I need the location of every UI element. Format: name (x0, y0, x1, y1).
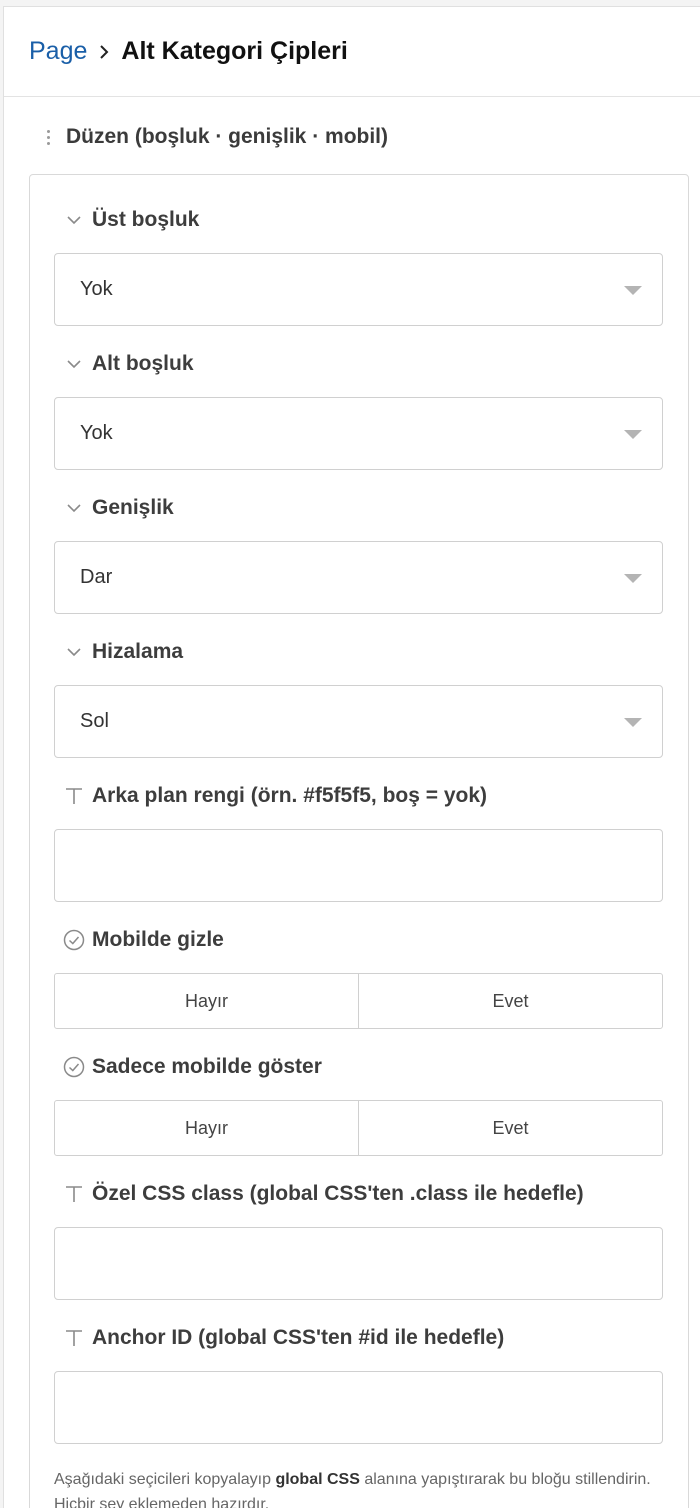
alignment-label: Hizalama (63, 637, 183, 667)
check-circle-icon (63, 929, 85, 951)
chevron-down-icon (65, 641, 83, 663)
chevron-down-icon (65, 209, 83, 231)
width-label-text: Genişlik (92, 496, 174, 519)
bottom-spacing-select[interactable]: Yok (54, 397, 663, 470)
page-title: Alt Kategori Çipleri (121, 37, 348, 65)
top-spacing-value: Yok (80, 278, 113, 300)
hide-mobile-label: Mobilde gizle (63, 925, 224, 955)
chevron-down-icon (65, 497, 83, 519)
alignment-select[interactable]: Sol (54, 685, 663, 758)
text-type-icon (63, 1183, 85, 1205)
alignment-label-text: Hizalama (92, 640, 184, 663)
layout-group: Üst boşluk Yok Alt boşluk Yok Genişlik D… (29, 174, 689, 1508)
bg-color-label: Arka plan rengi (örn. #f5f5f5, boş = yok… (63, 781, 487, 811)
top-spacing-select[interactable]: Yok (54, 253, 663, 326)
only-mobile-option-no[interactable]: Hayır (55, 1101, 358, 1155)
chevron-right-icon (87, 44, 121, 60)
only-mobile-option-yes[interactable]: Evet (358, 1101, 662, 1155)
bottom-spacing-label-text: Alt boşluk (92, 352, 194, 375)
bottom-spacing-label: Alt boşluk (63, 349, 194, 379)
bottom-spacing-value: Yok (80, 422, 113, 444)
width-value: Dar (80, 566, 113, 588)
hide-mobile-toggle: Hayır Evet (54, 973, 663, 1029)
bg-color-label-text: Arka plan rengi (örn. #f5f5f5, boş = yok… (92, 784, 488, 807)
only-mobile-toggle: Hayır Evet (54, 1100, 663, 1156)
anchor-id-input[interactable] (54, 1371, 663, 1444)
help-text: Aşağıdaki seçicileri kopyalayıp global C… (54, 1467, 664, 1508)
breadcrumb: Page Alt Kategori Çipleri (4, 7, 700, 97)
hide-mobile-option-no[interactable]: Hayır (55, 974, 358, 1028)
top-spacing-label: Üst boşluk (63, 205, 199, 235)
dropdown-caret-icon (624, 430, 642, 439)
chevron-down-icon (65, 353, 83, 375)
only-mobile-label: Sadece mobilde göster (63, 1052, 322, 1082)
css-class-label-text: Özel CSS class (global CSS'ten .class il… (92, 1182, 584, 1205)
bg-color-input[interactable] (54, 829, 663, 902)
group-header[interactable]: Düzen (boşluk · genişlik · mobil) (40, 125, 388, 149)
hide-mobile-label-text: Mobilde gizle (92, 928, 224, 951)
css-class-label: Özel CSS class (global CSS'ten .class il… (63, 1179, 584, 1209)
only-mobile-label-text: Sadece mobilde göster (92, 1055, 322, 1078)
help-text-start: Aşağıdaki seçicileri kopyalayıp (54, 1471, 276, 1488)
width-select[interactable]: Dar (54, 541, 663, 614)
help-text-bold: global CSS (275, 1471, 360, 1488)
drag-handle-icon[interactable] (40, 129, 56, 145)
dropdown-caret-icon (624, 286, 642, 295)
hide-mobile-option-yes[interactable]: Evet (358, 974, 662, 1028)
dropdown-caret-icon (624, 574, 642, 583)
settings-panel: Page Alt Kategori Çipleri Düzen (boşluk … (3, 6, 700, 1508)
breadcrumb-page-link[interactable]: Page (29, 37, 87, 66)
check-circle-icon (63, 1056, 85, 1078)
top-spacing-label-text: Üst boşluk (92, 208, 200, 231)
text-type-icon (63, 785, 85, 807)
text-type-icon (63, 1327, 85, 1349)
dropdown-caret-icon (624, 718, 642, 727)
alignment-value: Sol (80, 710, 109, 732)
width-label: Genişlik (63, 493, 174, 523)
css-class-input[interactable] (54, 1227, 663, 1300)
anchor-id-label-text: Anchor ID (global CSS'ten #id ile hedefl… (92, 1326, 505, 1349)
anchor-id-label: Anchor ID (global CSS'ten #id ile hedefl… (63, 1323, 504, 1353)
group-title: Düzen (boşluk · genişlik · mobil) (66, 125, 389, 148)
